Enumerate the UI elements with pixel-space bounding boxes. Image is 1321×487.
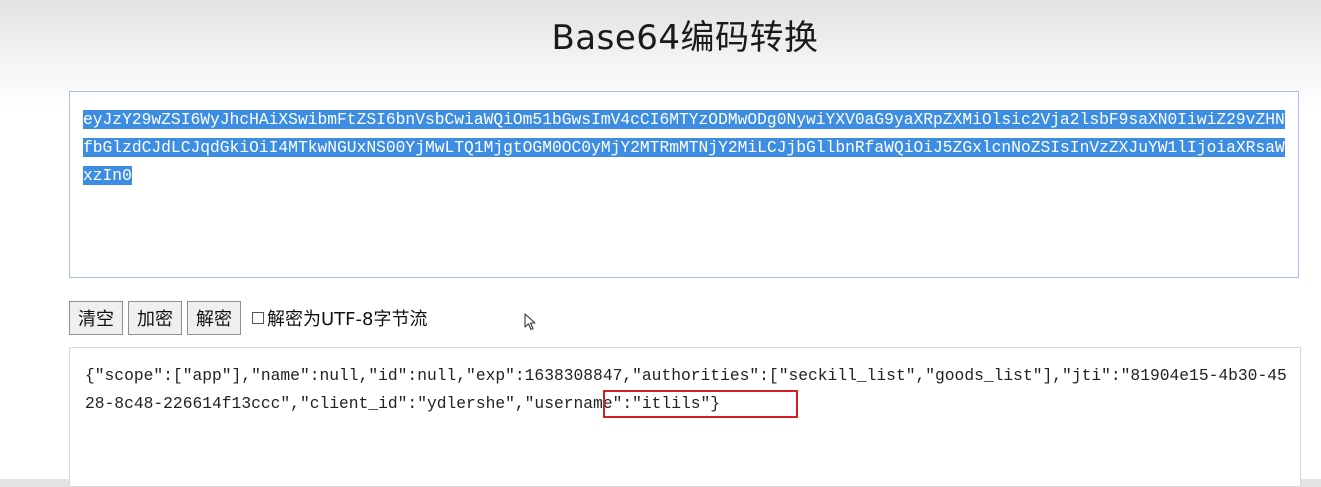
page-title: Base64编码转换 (551, 18, 819, 58)
utf8-checkbox-label: 解密为UTF-8字节流 (267, 309, 428, 330)
selected-text: eyJzY29wZSI6WyJhcHAiXSwibmFtZSI6bnVsbCwi… (83, 110, 1285, 185)
clear-button[interactable]: 清空 (69, 301, 123, 335)
utf8-checkbox-option[interactable]: 解密为UTF-8字节流 (252, 305, 427, 331)
toolbar: 清空 加密 解密 解密为UTF-8字节流 (69, 300, 427, 336)
decode-button[interactable]: 解密 (187, 301, 241, 335)
username-highlight-box (603, 390, 798, 418)
encode-button[interactable]: 加密 (128, 301, 182, 335)
base64-input-textarea[interactable]: eyJzY29wZSI6WyJhcHAiXSwibmFtZSI6bnVsbCwi… (69, 91, 1299, 278)
input-text: eyJzY29wZSI6WyJhcHAiXSwibmFtZSI6bnVsbCwi… (83, 106, 1288, 190)
mouse-cursor-icon (524, 313, 536, 331)
utf8-checkbox[interactable] (252, 312, 264, 324)
